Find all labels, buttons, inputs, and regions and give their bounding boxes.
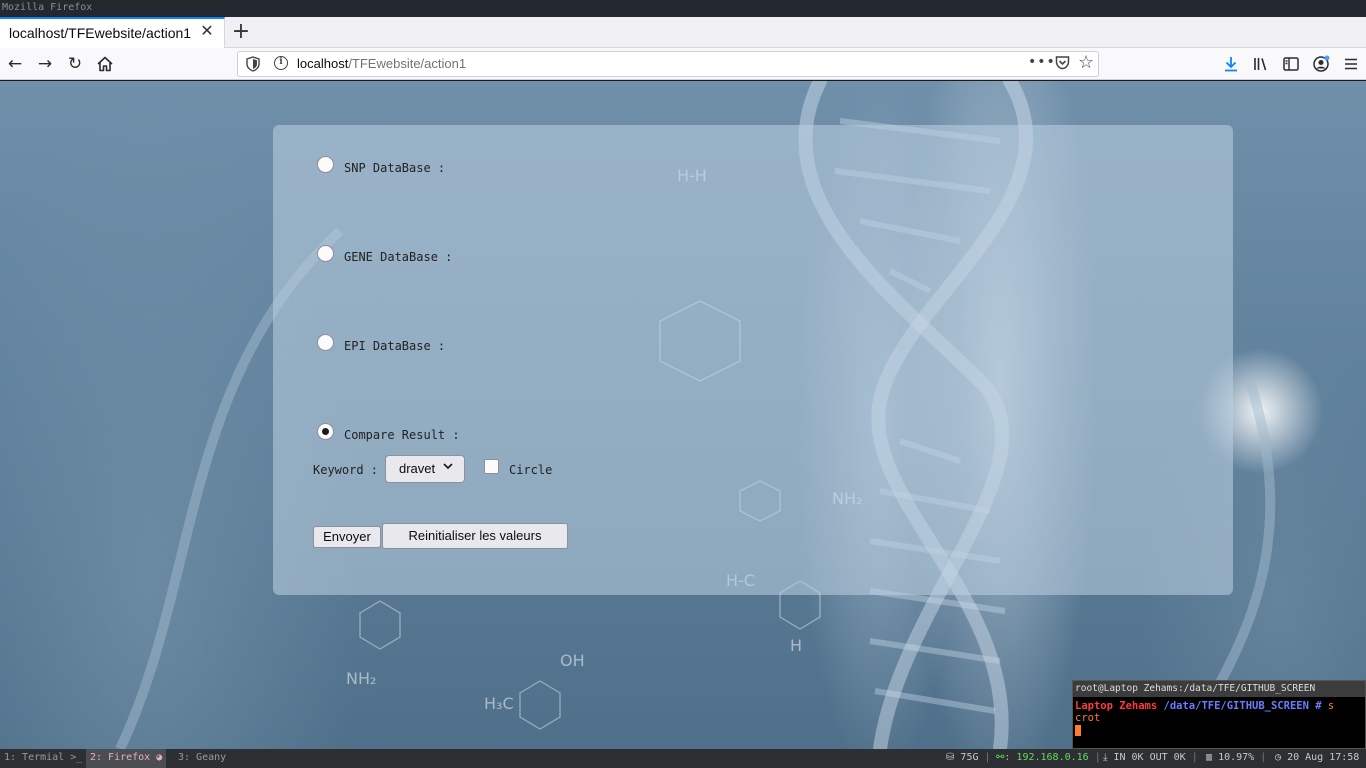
label-gene: GENE DataBase : [344, 250, 453, 264]
svg-text:NH₂: NH₂ [346, 669, 376, 688]
home-icon[interactable] [94, 53, 116, 75]
radio-compare[interactable] [317, 423, 334, 440]
workspace-1[interactable]: 1: Termial >_ [0, 749, 86, 768]
workspace-2[interactable]: 2: Firefox ◕ [86, 749, 167, 768]
disk-value: 75G [960, 752, 979, 763]
radio-snp[interactable] [317, 156, 334, 173]
label-snp: SNP DataBase : [344, 161, 446, 175]
keyword-selected-value: dravet [399, 461, 436, 476]
downloads-icon[interactable] [1220, 53, 1242, 75]
tab-strip: localhost/TFEwebsite/action1 ✕ + [0, 17, 1366, 48]
traffic-value: IN 0K OUT 0K [1113, 752, 1186, 763]
navigation-toolbar: ← → ↻ i localhost/TFEwebsite/action1 •••… [0, 48, 1366, 80]
disk-status: ⛁ 75G | [946, 752, 991, 763]
workspace-2-label: 2: Firefox [90, 752, 151, 763]
keyword-select[interactable]: dravet [385, 455, 465, 483]
firefox-icon: ◕ [156, 752, 163, 763]
site-info-icon[interactable]: i [274, 56, 288, 70]
terminal-prompt-path: /data/TFE/GITHUB_SCREEN # [1157, 700, 1328, 712]
clock-value: 20 Aug 17:58 [1287, 752, 1360, 763]
svg-text:H: H [790, 636, 802, 655]
url-path: /TFEwebsite/action1 [348, 56, 467, 71]
circle-label: Circle [509, 463, 553, 477]
label-epi: EPI DataBase : [344, 339, 446, 353]
browser-tab[interactable]: localhost/TFEwebsite/action1 ✕ [0, 17, 225, 48]
svg-text:OH: OH [560, 651, 585, 670]
workspace-3[interactable]: 3: Geany [174, 749, 230, 768]
forward-icon[interactable]: → [34, 53, 56, 75]
cpu-status: ▥ 10.97% | [1206, 752, 1267, 763]
terminal-command-part1: s [1327, 700, 1335, 712]
reload-icon[interactable]: ↻ [64, 53, 86, 75]
cpu-icon: ▥ [1206, 752, 1213, 763]
network-ip-status: ⚯: 192.168.0.16 | [996, 752, 1101, 763]
close-tab-icon[interactable]: ✕ [198, 22, 216, 40]
terminal-window[interactable]: root@Laptop Zehams:/data/TFE/GITHUB_SCRE… [1072, 680, 1366, 749]
bookmark-star-icon[interactable]: ☆ [1078, 52, 1094, 73]
terminal-command-part2: crot [1075, 712, 1101, 724]
terminal-cursor [1075, 724, 1081, 736]
new-tab-icon[interactable]: + [230, 21, 252, 43]
chevron-down-icon [443, 463, 453, 470]
traffic-icon: ⤓ [1103, 752, 1108, 763]
clock-status: ◷ 20 Aug 17:58 [1275, 749, 1359, 767]
network-traffic-status: ⤓ IN 0K OUT 0K | [1103, 752, 1198, 763]
terminal-output[interactable]: Laptop Zehams /data/TFE/GITHUB_SCREEN # … [1073, 697, 1365, 739]
menu-hamburger-icon[interactable] [1340, 53, 1362, 75]
system-status-bar: 1: Termial >_ 2: Firefox ◕ 3: Geany ⛁ 75… [0, 749, 1366, 768]
pocket-icon[interactable] [1055, 55, 1070, 70]
disk-icon: ⛁ [946, 752, 955, 763]
terminal-title: root@Laptop Zehams:/data/TFE/GITHUB_SCRE… [1073, 681, 1365, 697]
svg-text:H₃C: H₃C [484, 694, 514, 713]
back-icon[interactable]: ← [4, 53, 26, 75]
tab-title: localhost/TFEwebsite/action1 [9, 25, 192, 41]
keyword-label: Keyword : [313, 463, 379, 477]
account-icon[interactable] [1310, 53, 1332, 75]
label-compare: Compare Result : [344, 428, 460, 442]
radio-gene[interactable] [317, 245, 334, 262]
reset-button[interactable]: Reinitialiser les valeurs [382, 523, 568, 549]
clock-icon: ◷ [1275, 752, 1282, 763]
page-content: H-H NH₂ NH₂ OH H₃C H-C H SNP DataBase : … [0, 81, 1366, 749]
circle-checkbox[interactable] [484, 459, 499, 474]
submit-button[interactable]: Envoyer [313, 526, 381, 548]
url-text[interactable]: localhost/TFEwebsite/action1 [297, 56, 466, 71]
sidebar-icon[interactable] [1280, 53, 1302, 75]
radio-epi[interactable] [317, 334, 334, 351]
window-title: Mozilla Firefox [2, 2, 93, 13]
ip-value: : 192.168.0.16 [1004, 752, 1089, 763]
address-bar[interactable]: i localhost/TFEwebsite/action1 ••• ☆ [237, 51, 1099, 77]
url-host: localhost [297, 56, 349, 71]
window-title-bar: Mozilla Firefox [0, 0, 1366, 17]
terminal-prompt-host: Laptop Zehams [1075, 700, 1158, 712]
form-panel: SNP DataBase : GENE DataBase : EPI DataB… [273, 125, 1233, 595]
page-actions-icon[interactable]: ••• [1028, 54, 1056, 70]
library-icon[interactable] [1250, 53, 1272, 75]
cpu-value: 10.97% [1218, 752, 1255, 763]
tracking-shield-icon[interactable] [246, 56, 260, 72]
